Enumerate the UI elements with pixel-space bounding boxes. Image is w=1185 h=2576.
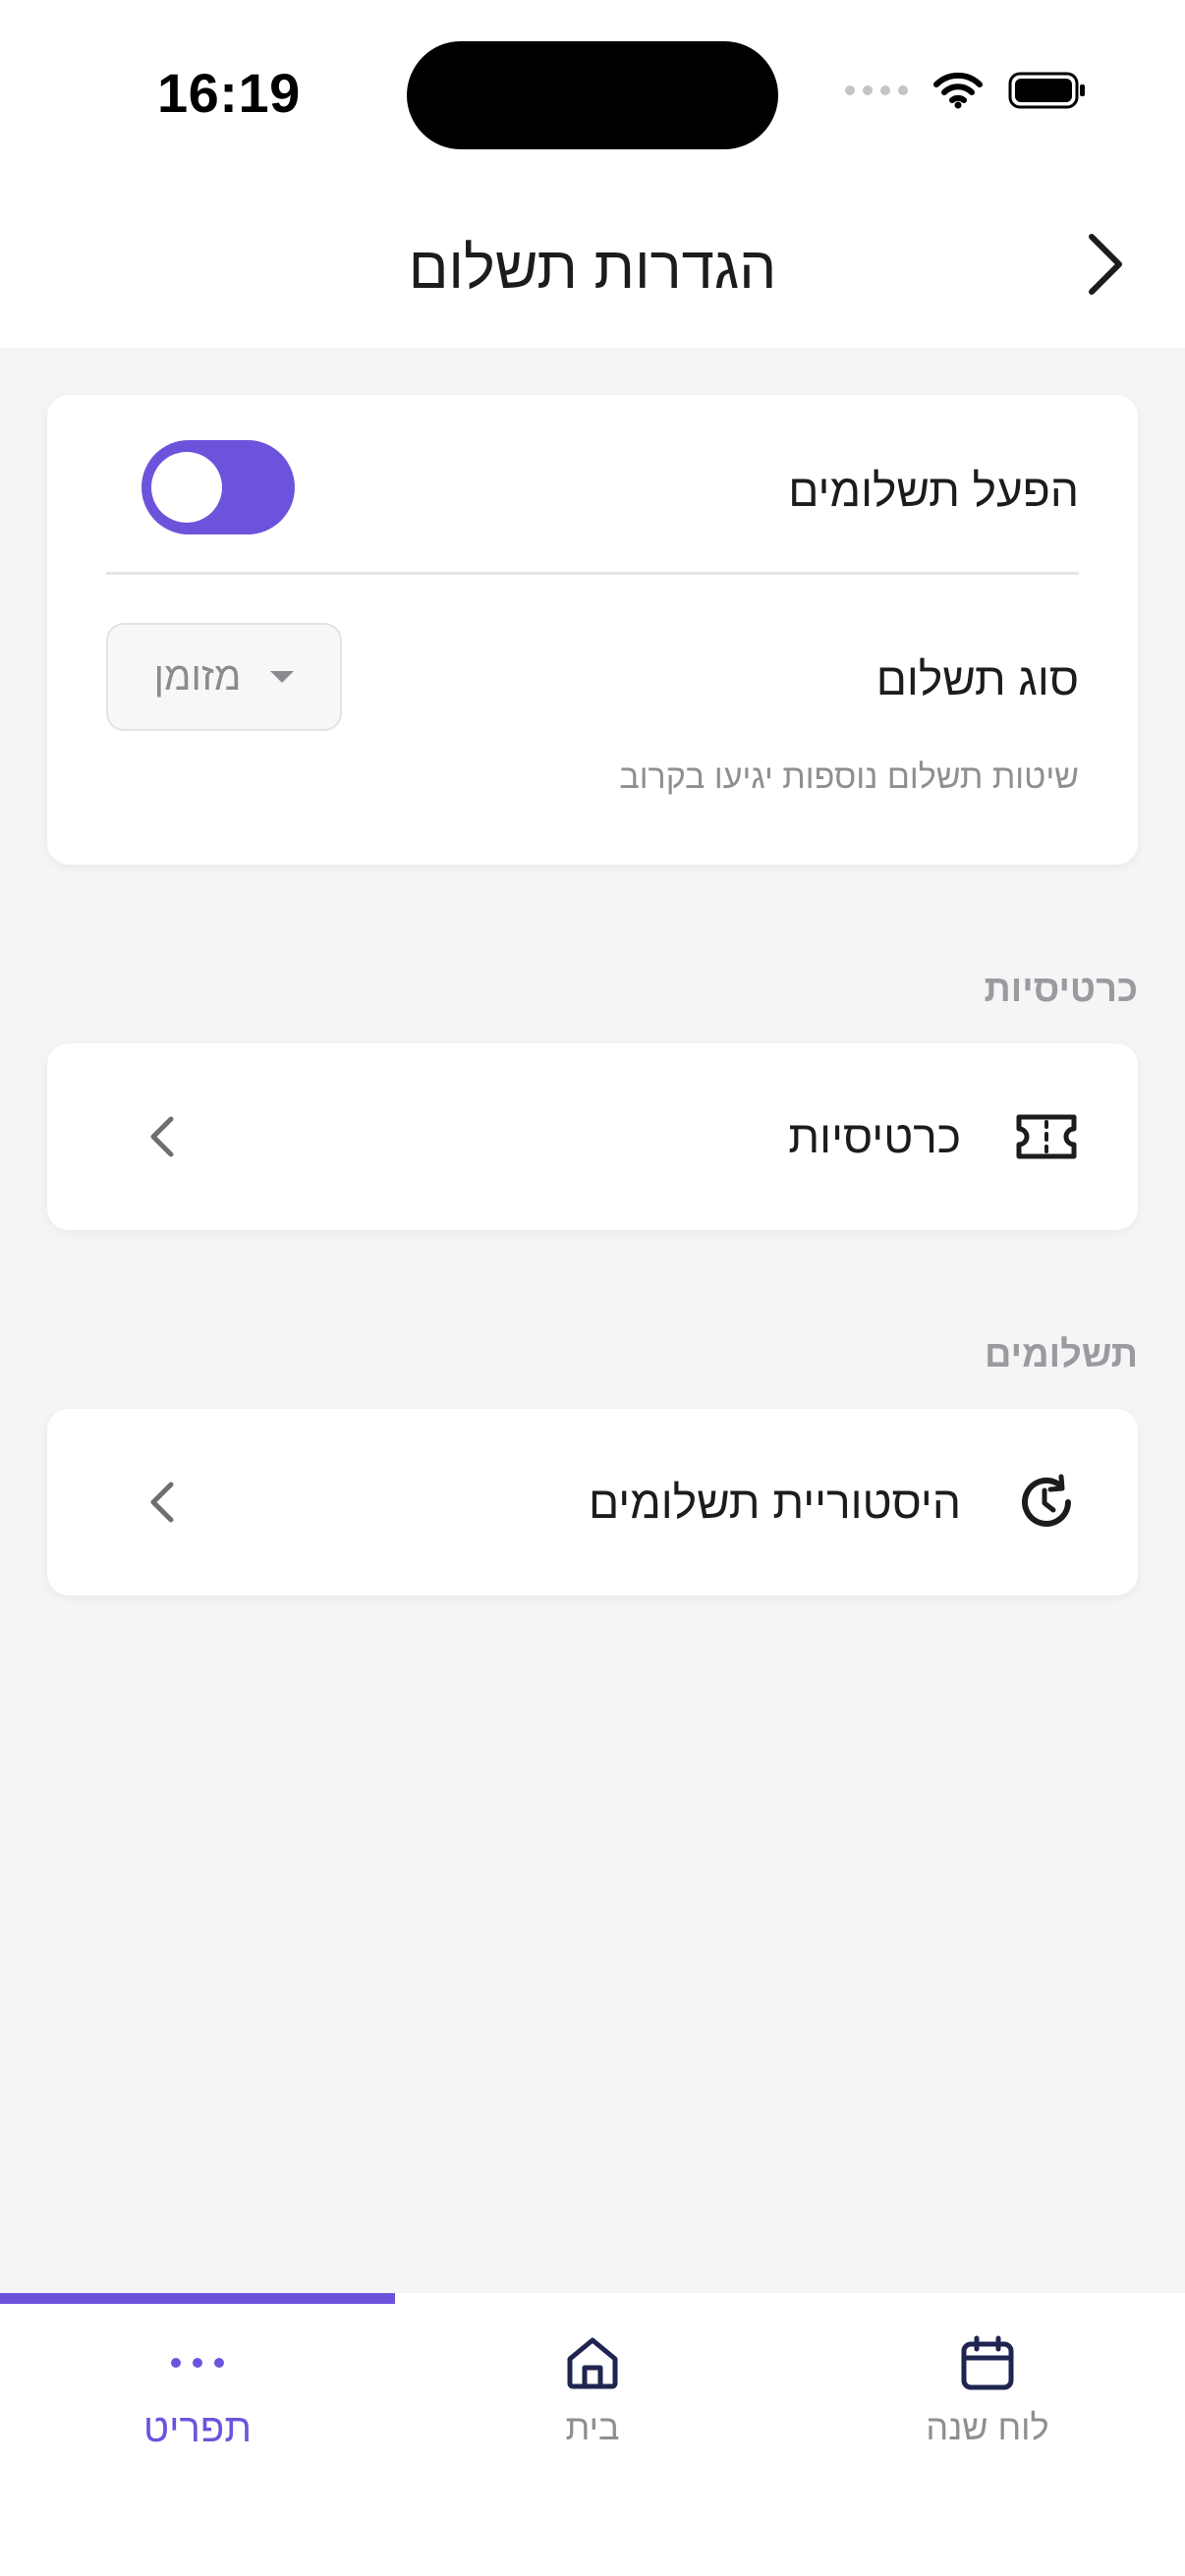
ticket-icon [1014,1106,1079,1167]
status-time: 16:19 [157,62,301,124]
payment-methods-hint: שיטות תשלום נוספות יגיעו בקרוב [619,758,1079,796]
chevron-right-icon [1089,234,1122,295]
divider [106,572,1079,575]
toggle-knob [151,452,222,523]
payment-type-value: מזומן [153,654,242,699]
back-button[interactable] [1071,228,1140,301]
payment-settings-card: הפעל תשלומים סוג תשלום מזומן שיטות תשלום… [47,395,1138,865]
payment-history-label: היסטוריית תשלומים [588,1477,961,1528]
chevron-left-icon [141,1112,181,1161]
wifi-icon [933,72,983,109]
payment-type-label: סוג תשלום [875,653,1079,704]
punch-cards-label: כרטיסיות [788,1111,961,1162]
tab-bar: תפריט בית לוח שנה [0,2293,1185,2576]
tab-home-label: בית [565,2407,620,2447]
history-clock-icon [1014,1472,1079,1533]
more-dots-icon [163,2328,232,2397]
tab-calendar-label: לוח שנה [926,2407,1049,2447]
calendar-icon [953,2328,1022,2397]
dynamic-island [407,41,778,149]
enable-payments-toggle[interactable] [141,440,295,534]
section-title-punch-cards: כרטיסיות [984,969,1138,1010]
signal-dots-icon [845,85,908,95]
active-tab-indicator [0,2293,395,2304]
tab-calendar[interactable]: לוח שנה [790,2328,1185,2486]
page-title: הגדרות תשלום [408,235,777,301]
enable-payments-label: הפעל תשלומים [788,465,1079,516]
home-icon [558,2328,627,2397]
payment-type-select[interactable]: מזומן [106,623,342,731]
battery-icon [1008,72,1085,109]
payment-history-row[interactable]: היסטוריית תשלומים [47,1409,1138,1596]
chevron-left-icon [141,1478,181,1527]
tab-menu-label: תפריט [143,2407,252,2450]
caret-down-icon [270,671,295,683]
punch-cards-row[interactable]: כרטיסיות [47,1043,1138,1230]
tab-home[interactable]: בית [395,2328,790,2486]
tab-menu[interactable]: תפריט [0,2328,395,2486]
status-bar: 16:19 [0,0,1185,187]
section-title-payments: תשלומים [985,1334,1138,1375]
status-icons [845,71,1087,110]
